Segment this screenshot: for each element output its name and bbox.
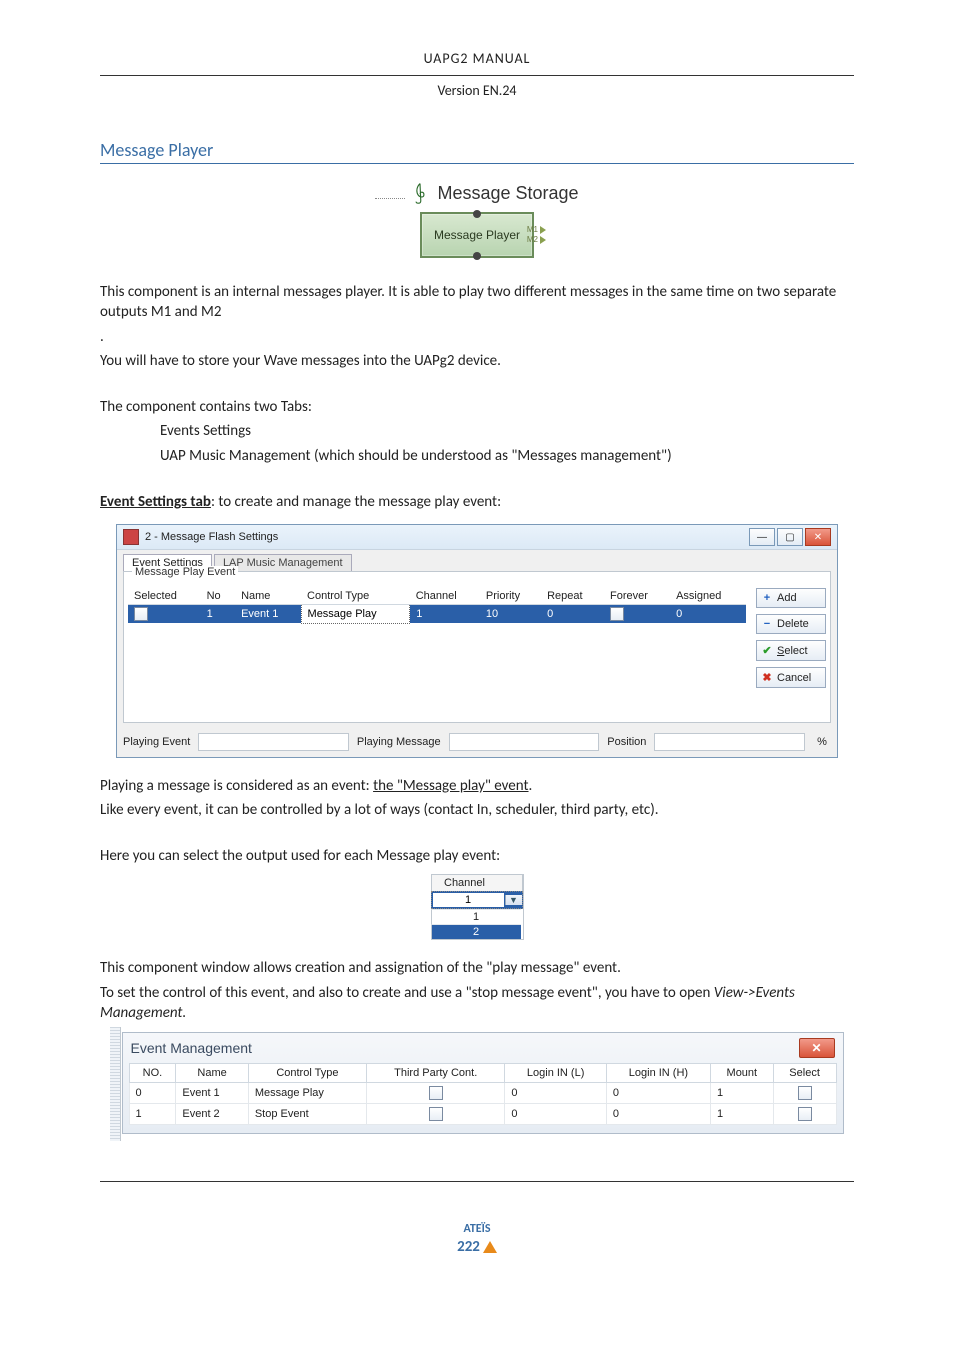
col-assigned[interactable]: Assigned: [670, 588, 746, 605]
dialog-title: 2 - Message Flash Settings: [145, 531, 278, 543]
paragraph: Like every event, it can be controlled b…: [100, 800, 854, 820]
plus-icon: +: [761, 592, 773, 604]
event-table: Selected No Name Control Type Channel Pr…: [128, 588, 746, 718]
position-field: [654, 733, 805, 751]
table-row[interactable]: 1 Event 2 Stop Event 0 0 1: [129, 1104, 836, 1125]
page-number: 222: [457, 1238, 480, 1256]
playing-event-field: [198, 733, 349, 751]
chevron-down-icon[interactable]: ▼: [505, 895, 522, 905]
section-title: Message Player: [100, 139, 854, 164]
playing-message-field: [449, 733, 600, 751]
third-party-checkbox[interactable]: [429, 1107, 443, 1121]
col-forever[interactable]: Forever: [604, 588, 670, 605]
percent-label: %: [813, 736, 831, 748]
playing-event-label: Playing Event: [123, 736, 190, 748]
col-channel[interactable]: Channel: [410, 588, 480, 605]
component-label: Message Player: [434, 228, 520, 242]
groupbox-message-play-event: Message Play Event Selected No Name Cont…: [123, 571, 831, 723]
paragraph: To set the control of this event, and al…: [100, 983, 854, 1024]
col-repeat[interactable]: Repeat: [541, 588, 604, 605]
message-flash-settings-dialog: 2 - Message Flash Settings — ▢ ✕ Event S…: [116, 524, 838, 758]
col-third-party-cont[interactable]: Third Party Cont.: [367, 1064, 505, 1083]
col-select[interactable]: Select: [773, 1064, 836, 1083]
event-management-panel: Event Management ✕ NO. Name Control Type…: [122, 1032, 844, 1134]
paragraph: Event Settings tab: to create and manage…: [100, 492, 854, 512]
gclef-icon: [411, 182, 429, 204]
component-output-pins: M1 M2: [527, 225, 546, 245]
col-control-type[interactable]: Control Type: [248, 1064, 366, 1083]
select-checkbox[interactable]: [798, 1107, 812, 1121]
close-button[interactable]: ✕: [805, 528, 831, 546]
col-control-type[interactable]: Control Type: [301, 588, 410, 605]
doc-title: UAPG2 MANUAL: [100, 50, 854, 71]
channel-dropdown[interactable]: Channel 1 ▼ 1 2: [431, 874, 524, 940]
event-management-table: NO. Name Control Type Third Party Cont. …: [129, 1063, 837, 1125]
footer-arrow-icon: [483, 1241, 497, 1253]
maximize-button[interactable]: ▢: [777, 528, 803, 546]
col-priority[interactable]: Priority: [480, 588, 541, 605]
select-button[interactable]: ✔Select: [756, 640, 826, 661]
status-row: Playing Event Playing Message Position %: [117, 729, 837, 757]
footer-rule: [100, 1181, 854, 1182]
paragraph: .: [100, 327, 854, 347]
third-party-checkbox[interactable]: [429, 1086, 443, 1100]
footer: ATEÏS 222: [100, 1222, 854, 1256]
paragraph: This component window allows creation an…: [100, 958, 854, 978]
header-rule: [100, 75, 854, 76]
col-mount[interactable]: Mount: [710, 1064, 773, 1083]
delete-button[interactable]: −Delete: [756, 614, 826, 634]
dialog-titlebar[interactable]: 2 - Message Flash Settings — ▢ ✕: [117, 525, 837, 550]
paragraph: Here you can select the output used for …: [100, 846, 854, 866]
add-button[interactable]: +Add: [756, 588, 826, 608]
minimize-button[interactable]: —: [749, 528, 775, 546]
close-button[interactable]: ✕: [799, 1038, 835, 1058]
select-checkbox[interactable]: [798, 1086, 812, 1100]
forever-checkbox[interactable]: [610, 607, 624, 621]
paragraph: You will have to store your Wave message…: [100, 351, 854, 371]
channel-option-list: 1 2: [431, 909, 523, 939]
col-name[interactable]: Name: [235, 588, 301, 605]
playing-message-label: Playing Message: [357, 736, 441, 748]
cancel-button[interactable]: ✖Cancel: [756, 667, 826, 688]
footer-brand: ATEÏS: [100, 1222, 854, 1236]
channel-column-header: Channel: [431, 874, 523, 891]
list-item: UAP Music Management (which should be un…: [160, 446, 854, 466]
event-management-title: Event Management: [131, 1040, 252, 1056]
col-no[interactable]: NO.: [129, 1064, 176, 1083]
minus-icon: −: [761, 618, 773, 630]
tree-item-label: Message Storage: [437, 183, 578, 204]
col-selected[interactable]: Selected: [128, 588, 201, 605]
selected-checkbox[interactable]: [134, 607, 148, 621]
table-row[interactable]: 0 Event 1 Message Play 0 0 1: [129, 1083, 836, 1104]
x-icon: ✖: [761, 671, 773, 684]
panel-grip[interactable]: [110, 1027, 121, 1141]
list-item: Events Settings: [160, 421, 854, 441]
check-icon: ✔: [761, 644, 773, 657]
channel-option[interactable]: 2: [431, 924, 521, 939]
channel-option[interactable]: 1: [431, 909, 521, 924]
component-message-player: Message Player M1 M2: [420, 212, 534, 258]
col-login-in-l[interactable]: Login IN (L): [505, 1064, 606, 1083]
paragraph: This component is an internal messages p…: [100, 282, 854, 323]
table-row[interactable]: 1 Event 1 Message Play 1 10 0 0: [128, 605, 746, 624]
col-login-in-h[interactable]: Login IN (H): [606, 1064, 710, 1083]
doc-subtitle: Version EN.24: [100, 82, 854, 139]
col-no[interactable]: No: [201, 588, 236, 605]
paragraph: Playing a message is considered as an ev…: [100, 776, 854, 796]
app-icon: [123, 529, 139, 545]
channel-current-value[interactable]: 1: [433, 893, 504, 907]
tree-item-message-storage: Message Storage: [375, 182, 578, 204]
groupbox-title: Message Play Event: [132, 566, 238, 578]
col-name[interactable]: Name: [176, 1064, 248, 1083]
position-label: Position: [607, 736, 646, 748]
paragraph: The component contains two Tabs:: [100, 397, 854, 417]
